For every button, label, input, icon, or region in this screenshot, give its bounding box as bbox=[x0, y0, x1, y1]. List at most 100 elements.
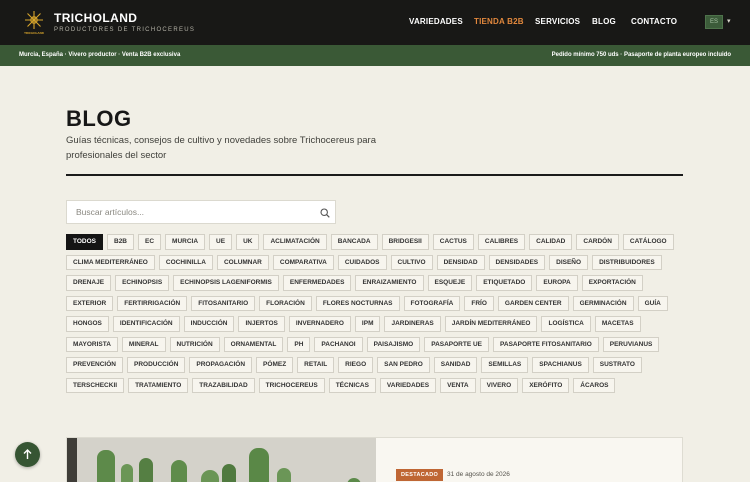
tag-filter[interactable]: SANIDAD bbox=[433, 357, 478, 373]
tag-filter[interactable]: ESQUEJE bbox=[427, 275, 473, 291]
tag-filter[interactable]: TODOS bbox=[66, 234, 103, 250]
tag-filter[interactable]: BRIDGESII bbox=[381, 234, 429, 250]
tag-filter[interactable]: ÁCAROS bbox=[573, 377, 616, 393]
chevron-down-icon[interactable]: ▾ bbox=[727, 17, 731, 25]
featured-post-card[interactable]: DESTACADO 31 de agosto de 2026 bbox=[66, 437, 683, 482]
tag-filter[interactable]: INDUCCIÓN bbox=[183, 316, 235, 332]
tag-filter[interactable]: COMPARATIVA bbox=[272, 254, 334, 270]
tag-filter[interactable]: DISEÑO bbox=[549, 254, 589, 270]
language-selector[interactable]: ES bbox=[705, 15, 723, 29]
tag-filter[interactable]: CALIDAD bbox=[529, 234, 573, 250]
tag-filter[interactable]: UE bbox=[209, 234, 233, 250]
tag-filter[interactable]: PERUVIANUS bbox=[602, 336, 660, 352]
tag-filter[interactable]: PROPAGACIÓN bbox=[189, 357, 253, 373]
nav-variedades[interactable]: VARIEDADES bbox=[409, 17, 463, 26]
tag-filter[interactable]: CATÁLOGO bbox=[622, 234, 674, 250]
tag-filter[interactable]: ACLIMATACIÓN bbox=[263, 234, 327, 250]
tag-filter[interactable]: MACETAS bbox=[594, 316, 641, 332]
tag-filter[interactable]: BANCADA bbox=[330, 234, 378, 250]
tag-filter[interactable]: COLUMNAR bbox=[216, 254, 269, 270]
post-image[interactable] bbox=[67, 438, 376, 482]
tag-filter[interactable]: CALIBRES bbox=[477, 234, 526, 250]
tag-filter[interactable]: TÉCNICAS bbox=[328, 377, 376, 393]
tag-filter[interactable]: SUSTRATO bbox=[592, 357, 642, 373]
tag-filter[interactable]: PREVENCIÓN bbox=[66, 357, 123, 373]
tag-filter[interactable]: GARDEN CENTER bbox=[497, 295, 569, 311]
tag-filter[interactable]: RETAIL bbox=[297, 357, 335, 373]
tag-filter[interactable]: CULTIVO bbox=[390, 254, 433, 270]
tag-filter[interactable]: SEMILLAS bbox=[481, 357, 529, 373]
tag-filter[interactable]: CUIDADOS bbox=[337, 254, 387, 270]
tag-filter[interactable]: VENTA bbox=[440, 377, 476, 393]
tag-filter[interactable]: JARDINERAS bbox=[384, 316, 441, 332]
tag-filter[interactable]: VARIEDADES bbox=[379, 377, 437, 393]
tag-filter[interactable]: SPACHIANUS bbox=[532, 357, 589, 373]
tag-filter[interactable]: TRAZABILIDAD bbox=[192, 377, 255, 393]
tag-filter[interactable]: MINERAL bbox=[121, 336, 166, 352]
tag-filter[interactable]: DENSIDAD bbox=[436, 254, 485, 270]
tag-filter[interactable]: TRATAMIENTO bbox=[128, 377, 189, 393]
tag-filter[interactable]: ENFERMEDADES bbox=[282, 275, 352, 291]
search-input[interactable] bbox=[76, 207, 301, 217]
brand-name[interactable]: TRICHOLAND bbox=[54, 11, 137, 25]
tag-filter[interactable]: MURCIA bbox=[165, 234, 206, 250]
tag-filter[interactable]: ORNAMENTAL bbox=[223, 336, 284, 352]
tag-filter[interactable]: NUTRICIÓN bbox=[169, 336, 220, 352]
tag-filter[interactable]: FRÍO bbox=[464, 295, 494, 311]
tag-filter[interactable]: FOTOGRAFÍA bbox=[403, 295, 461, 311]
tag-filter[interactable]: PAISAJISMO bbox=[366, 336, 421, 352]
tag-filter[interactable]: XERÓFITO bbox=[522, 377, 570, 393]
search-icon[interactable] bbox=[320, 208, 330, 218]
tag-filter[interactable]: EXPORTACIÓN bbox=[581, 275, 643, 291]
tag-filter[interactable]: CLIMA MEDITERRÁNEO bbox=[66, 254, 155, 270]
tag-filter[interactable]: ECHINOPSIS bbox=[115, 275, 170, 291]
tag-filter[interactable]: LOGÍSTICA bbox=[541, 316, 591, 332]
tag-filter[interactable]: CARDÓN bbox=[576, 234, 619, 250]
tag-filter[interactable]: ETIQUETADO bbox=[476, 275, 533, 291]
tag-filter[interactable]: INVERNADERO bbox=[288, 316, 351, 332]
tag-filter[interactable]: FERTIRRIGACIÓN bbox=[117, 295, 188, 311]
tag-filter[interactable]: ENRAIZAMIENTO bbox=[355, 275, 424, 291]
tag-filter[interactable]: VIVERO bbox=[479, 377, 519, 393]
tag-filter[interactable]: SAN PEDRO bbox=[377, 357, 430, 373]
tag-filter[interactable]: CACTUS bbox=[432, 234, 474, 250]
search-box[interactable] bbox=[66, 200, 336, 224]
logo-icon[interactable]: TRICHOLAND bbox=[22, 9, 46, 35]
tag-filter[interactable]: MAYORISTA bbox=[66, 336, 118, 352]
tag-filter[interactable]: RIEGO bbox=[338, 357, 374, 373]
tag-filter[interactable]: JARDÍN MEDITERRÁNEO bbox=[444, 316, 538, 332]
tag-filter[interactable]: FITOSANITARIO bbox=[191, 295, 256, 311]
tag-filter[interactable]: UK bbox=[236, 234, 260, 250]
tag-filter[interactable]: EUROPA bbox=[536, 275, 578, 291]
tag-filter[interactable]: DISTRIBUIDORES bbox=[592, 254, 662, 270]
tag-filter[interactable]: FLORACIÓN bbox=[259, 295, 312, 311]
tag-filter[interactable]: TRICHOCEREUS bbox=[258, 377, 325, 393]
nav-contacto[interactable]: CONTACTO bbox=[631, 17, 677, 26]
tag-filter[interactable]: GUÍA bbox=[637, 295, 668, 311]
tag-filter[interactable]: COCHINILLA bbox=[158, 254, 213, 270]
tag-filter[interactable]: PACHANOI bbox=[314, 336, 363, 352]
tag-filter[interactable]: PASAPORTE UE bbox=[424, 336, 490, 352]
tag-filter[interactable]: PRODUCCIÓN bbox=[126, 357, 186, 373]
scroll-to-top-button[interactable] bbox=[15, 442, 40, 467]
tag-filter[interactable]: FLORES NOCTURNAS bbox=[315, 295, 400, 311]
tag-filter[interactable]: IPM bbox=[354, 316, 381, 332]
tag-filter[interactable]: EXTERIOR bbox=[66, 295, 114, 311]
nav-tienda-b2b[interactable]: TIENDA B2B bbox=[474, 17, 524, 26]
tag-filter[interactable]: ECHINOPSIS LAGENIFORMIS bbox=[173, 275, 279, 291]
tag-filter[interactable]: INJERTOS bbox=[238, 316, 285, 332]
tag-filter[interactable]: GERMINACIÓN bbox=[572, 295, 634, 311]
tag-filter[interactable]: PASAPORTE FITOSANITARIO bbox=[493, 336, 599, 352]
arrow-up-icon bbox=[23, 449, 32, 459]
nav-blog[interactable]: BLOG bbox=[592, 17, 616, 26]
tag-filter[interactable]: EC bbox=[138, 234, 162, 250]
tag-filter[interactable]: DENSIDADES bbox=[488, 254, 546, 270]
tag-filter[interactable]: IDENTIFICACIÓN bbox=[112, 316, 180, 332]
tag-filter[interactable]: PH bbox=[287, 336, 311, 352]
tag-filter[interactable]: B2B bbox=[107, 234, 135, 250]
tag-filter[interactable]: PÓMEZ bbox=[256, 357, 294, 373]
nav-servicios[interactable]: SERVICIOS bbox=[535, 17, 580, 26]
tag-filter[interactable]: DRENAJE bbox=[66, 275, 112, 291]
tag-filter[interactable]: TERSCHECKII bbox=[66, 377, 125, 393]
tag-filter[interactable]: HONGOS bbox=[66, 316, 109, 332]
